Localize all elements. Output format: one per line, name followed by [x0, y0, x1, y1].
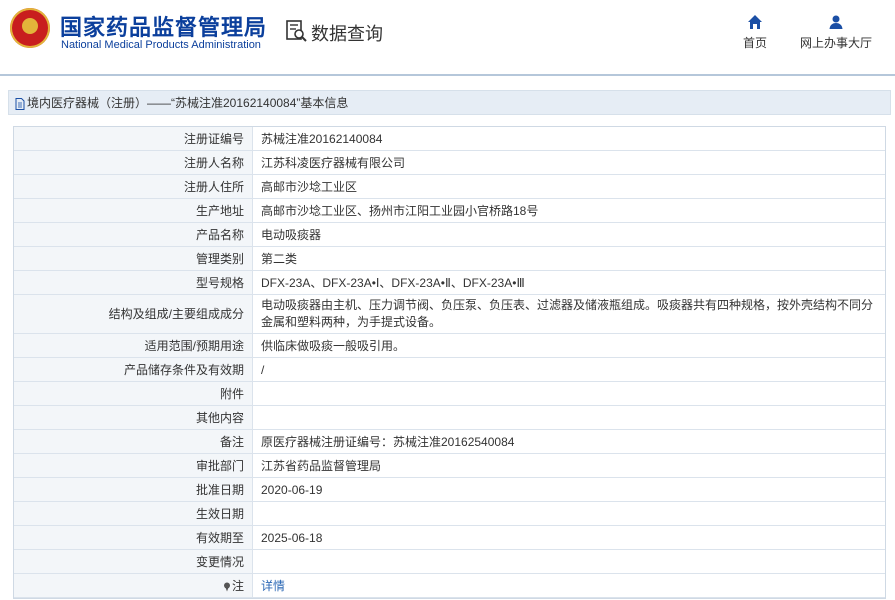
- nav-home[interactable]: 首页: [738, 14, 772, 51]
- row-value: /: [252, 357, 885, 382]
- row-value: [252, 501, 885, 526]
- data-query-title: 数据查询: [311, 24, 383, 44]
- table-row: 型号规格 DFX-23A、DFX-23A•Ⅰ、DFX-23A•Ⅱ、DFX-23A…: [14, 270, 885, 295]
- brand-name-en[interactable]: National Medical Products Administration: [61, 39, 261, 51]
- table-row: 生效日期: [14, 501, 885, 526]
- breadcrumb-text: 境内医疗器械（注册）——“苏械注准20162140084”基本信息: [27, 96, 349, 110]
- table-row: 产品名称 电动吸痰器: [14, 222, 885, 247]
- table-row: 其他内容: [14, 405, 885, 430]
- details-link[interactable]: 详情: [261, 579, 285, 593]
- row-label: 生产地址: [14, 198, 253, 223]
- table-row: 备注 原医疗器械注册证编号：苏械注准20162540084: [14, 429, 885, 454]
- row-value: 高邮市沙埝工业区、扬州市江阳工业园小官桥路18号: [252, 198, 885, 223]
- emblem-logo: [10, 8, 50, 48]
- note-icon: [223, 582, 230, 592]
- table-row: 批准日期 2020-06-19: [14, 477, 885, 502]
- row-label: 产品名称: [14, 222, 253, 247]
- brand-name-cn[interactable]: 国家药品监督管理局: [60, 10, 267, 42]
- row-value: [252, 405, 885, 430]
- row-value: 2025-06-18: [252, 525, 885, 550]
- note-label: 注: [231, 579, 244, 593]
- table-row: 有效期至 2025-06-18: [14, 525, 885, 550]
- nav-online-service-hall[interactable]: 网上办事大厅: [796, 14, 876, 51]
- row-value: 电动吸痰器: [252, 222, 885, 247]
- data-query-icon: [286, 20, 307, 42]
- row-label-note: 注: [14, 573, 253, 598]
- table-row: 适用范围/预期用途 供临床做吸痰一般吸引用。: [14, 333, 885, 358]
- row-label: 型号规格: [14, 270, 253, 295]
- row-value: 详情: [252, 573, 885, 598]
- row-label: 有效期至: [14, 525, 253, 550]
- row-label: 备注: [14, 429, 253, 454]
- row-value: 高邮市沙埝工业区: [252, 174, 885, 199]
- table-row: 注册证编号 苏械注准20162140084: [14, 127, 885, 151]
- row-label: 注册人名称: [14, 150, 253, 175]
- row-label: 附件: [14, 381, 253, 406]
- table-row: 结构及组成/主要组成成分 电动吸痰器由主机、压力调节阀、负压泵、负压表、过滤器及…: [14, 294, 885, 334]
- table-row: 变更情况: [14, 549, 885, 574]
- site-header: 国家药品监督管理局 National Medical Products Admi…: [0, 0, 895, 76]
- row-label: 审批部门: [14, 453, 253, 478]
- row-label: 注册人住所: [14, 174, 253, 199]
- table-row: 管理类别 第二类: [14, 246, 885, 271]
- row-value: 2020-06-19: [252, 477, 885, 502]
- row-label: 产品储存条件及有效期: [14, 357, 253, 382]
- row-label: 生效日期: [14, 501, 253, 526]
- table-row: 附件: [14, 381, 885, 406]
- row-label: 批准日期: [14, 477, 253, 502]
- row-value: 第二类: [252, 246, 885, 271]
- row-value: [252, 381, 885, 406]
- table-row: 注 详情: [14, 573, 885, 598]
- nav-online-service-hall-label: 网上办事大厅: [799, 36, 872, 50]
- user-icon: [829, 15, 843, 29]
- table-row: 生产地址 高邮市沙埝工业区、扬州市江阳工业园小官桥路18号: [14, 198, 885, 223]
- row-label: 适用范围/预期用途: [14, 333, 253, 358]
- document-icon: [15, 97, 25, 110]
- table-row: 注册人名称 江苏科凌医疗器械有限公司: [14, 150, 885, 175]
- row-label: 其他内容: [14, 405, 253, 430]
- row-value: DFX-23A、DFX-23A•Ⅰ、DFX-23A•Ⅱ、DFX-23A•Ⅲ: [252, 270, 885, 295]
- detail-table: 注册证编号 苏械注准20162140084 注册人名称 江苏科凌医疗器械有限公司…: [13, 126, 886, 599]
- breadcrumb: 境内医疗器械（注册）——“苏械注准20162140084”基本信息: [8, 90, 891, 115]
- table-row: 注册人住所 高邮市沙埝工业区: [14, 174, 885, 199]
- row-value: 原医疗器械注册证编号：苏械注准20162540084: [252, 429, 885, 454]
- nav-home-label: 首页: [742, 36, 767, 50]
- row-value: 供临床做吸痰一般吸引用。: [252, 333, 885, 358]
- row-value: [252, 549, 885, 574]
- table-row: 产品储存条件及有效期 /: [14, 357, 885, 382]
- row-value: 苏械注准20162140084: [252, 127, 885, 151]
- row-label: 管理类别: [14, 246, 253, 271]
- row-value: 电动吸痰器由主机、压力调节阀、负压泵、负压表、过滤器及储液瓶组成。吸痰器共有四种…: [252, 294, 885, 334]
- row-value: 江苏省药品监督管理局: [252, 453, 885, 478]
- row-label: 注册证编号: [14, 127, 253, 151]
- row-label: 结构及组成/主要组成成分: [14, 294, 253, 334]
- home-icon: [748, 15, 762, 29]
- table-row: 审批部门 江苏省药品监督管理局: [14, 453, 885, 478]
- row-label: 变更情况: [14, 549, 253, 574]
- row-value: 江苏科凌医疗器械有限公司: [252, 150, 885, 175]
